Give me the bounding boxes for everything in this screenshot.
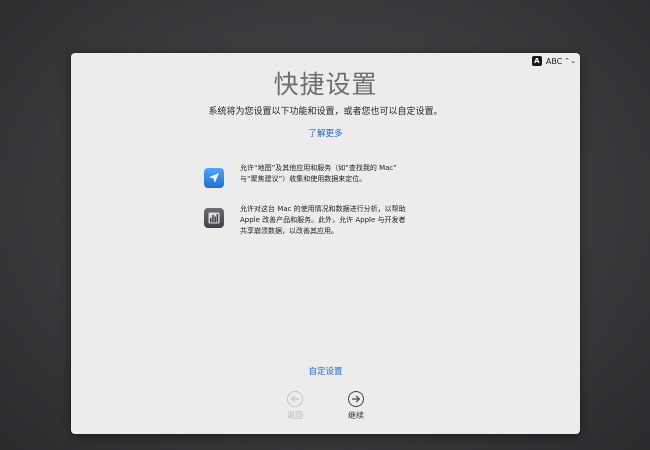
feature-location-services: 允许“地图”及其他应用和服务（如“查找我的 Mac” 与“聚焦建议”）收集和使用… [204, 163, 430, 188]
customize-settings-link[interactable]: 自定设置 [71, 365, 580, 377]
continue-button-label: 继续 [348, 411, 364, 420]
page-subtitle: 系统将为您设置以下功能和设置，或者您也可以自定设置。 [208, 107, 443, 117]
forward-arrow-icon [348, 391, 364, 407]
feature-text-line: 共享崩溃数据，以改善其应用。 [240, 227, 338, 235]
feature-analytics-text: 允许对这台 Mac 的使用情况和数据进行分析，以帮助 Apple 改善产品和服务… [240, 204, 430, 237]
feature-text-line: Apple 改善产品和服务。此外，允许 Apple 与开发者 [240, 216, 406, 224]
setup-window: A ABC ⌃⌄ 快捷设置 系统将为您设置以下功能和设置，或者您也可以自定设置。… [71, 53, 580, 434]
analytics-chart-icon [204, 208, 224, 228]
back-button-label: 返回 [287, 411, 303, 420]
back-arrow-icon [287, 391, 303, 407]
feature-location-text: 允许“地图”及其他应用和服务（如“查找我的 Mac” 与“聚焦建议”）收集和使用… [240, 163, 430, 185]
feature-text-line: 与“聚焦建议”）收集和使用数据来定位。 [240, 175, 367, 183]
feature-text-line: 允许“地图”及其他应用和服务（如“查找我的 Mac” [240, 164, 397, 172]
continue-button[interactable]: 继续 [336, 391, 376, 421]
page-title: 快捷设置 [273, 70, 378, 99]
feature-analytics: 允许对这台 Mac 的使用情况和数据进行分析，以帮助 Apple 改善产品和服务… [204, 204, 430, 237]
feature-text-line: 允许对这台 Mac 的使用情况和数据进行分析，以帮助 [240, 205, 406, 213]
chevron-updown-icon: ⌃⌄ [564, 56, 576, 65]
back-button[interactable]: 返回 [275, 391, 315, 421]
location-arrow-icon [204, 168, 224, 188]
learn-more-link[interactable]: 了解更多 [71, 127, 580, 139]
